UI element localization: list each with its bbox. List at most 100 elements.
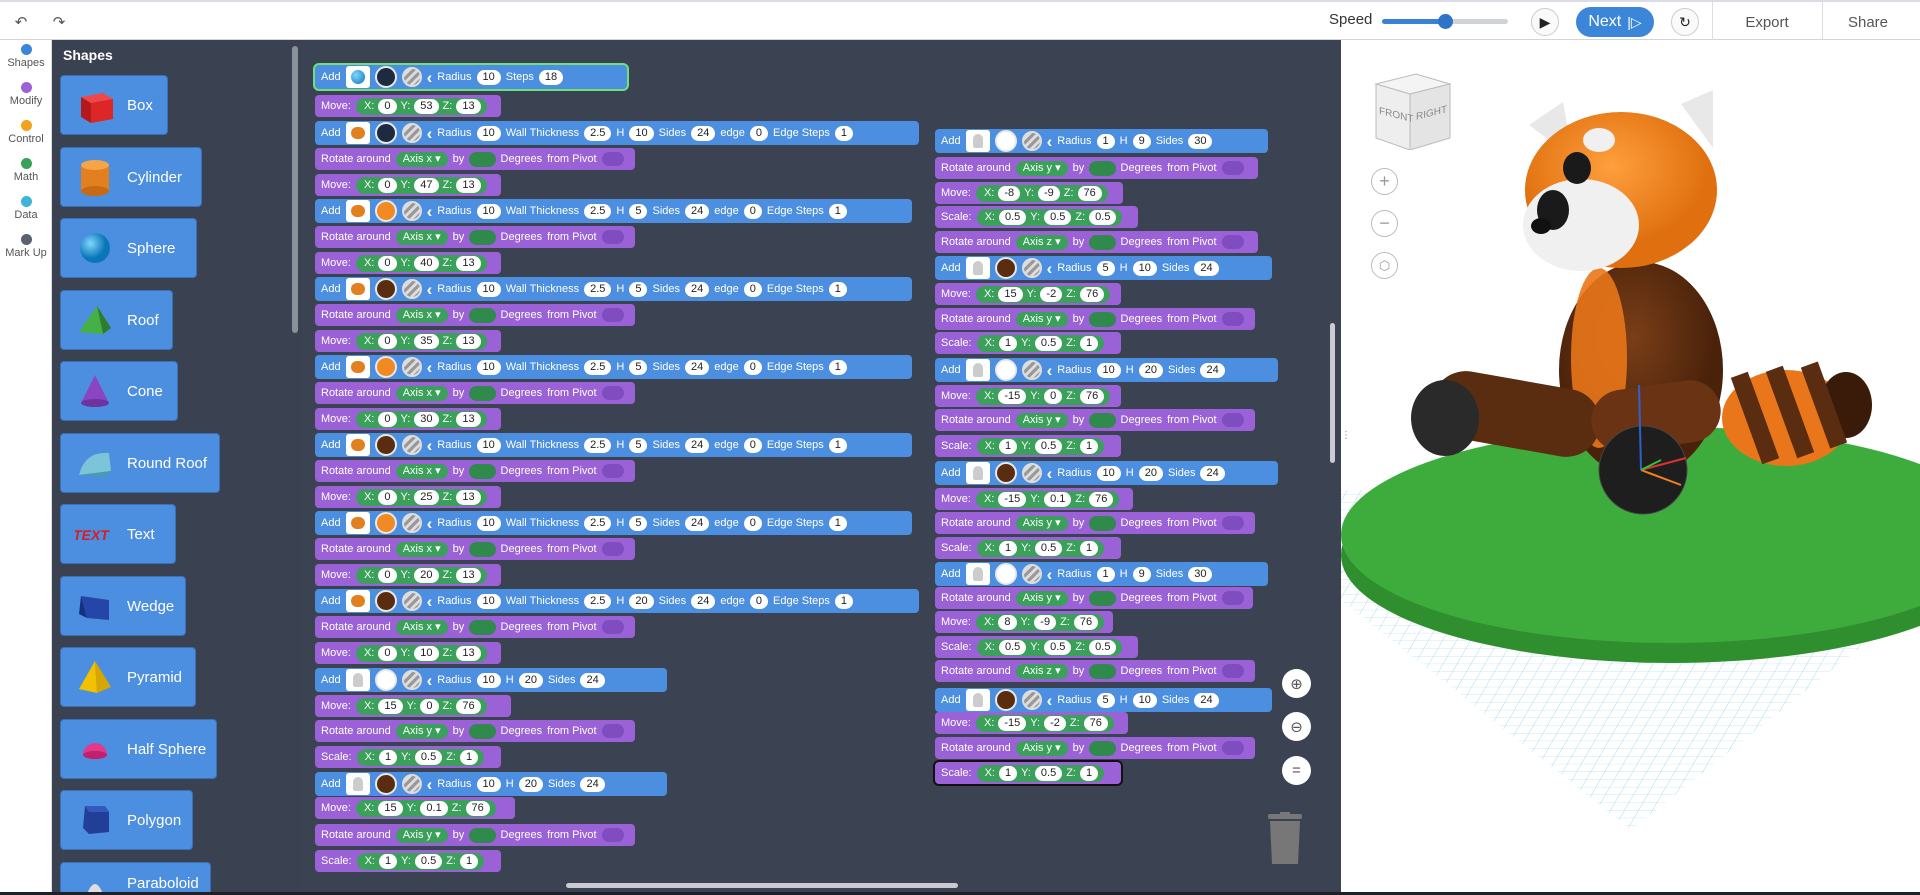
modify-block[interactable]: Move: X: 0 Y: 35 Z: 13 <box>315 330 501 352</box>
modify-block[interactable]: Move: X: 15 Y: 0 Z: 76 <box>315 695 511 717</box>
edge-input[interactable]: 0 <box>743 281 762 297</box>
shape-thumbnail[interactable] <box>345 66 370 88</box>
color-swatch[interactable] <box>994 563 1017 585</box>
chevron-left-icon[interactable]: ‹ <box>1047 133 1053 150</box>
degrees-input[interactable]: 00 <box>469 619 496 635</box>
wall-input[interactable]: 2.5 <box>584 437 612 453</box>
shape-thumbnail[interactable] <box>345 590 370 612</box>
palette-polygon[interactable]: Polygon <box>60 790 193 850</box>
palette-box[interactable]: Box <box>60 75 168 135</box>
esteps-input[interactable]: 1 <box>828 359 847 375</box>
x-input[interactable]: 1 <box>998 438 1018 454</box>
h-input[interactable]: 9 <box>1132 566 1151 582</box>
sides-input[interactable]: 24 <box>580 776 605 792</box>
y-input[interactable]: 47 <box>414 177 439 193</box>
modify-block[interactable]: Move: X: 15 Y: 0.1 Z: 76 <box>315 797 515 819</box>
shape-thumbnail[interactable] <box>965 359 990 381</box>
x-input[interactable]: 0 <box>378 333 397 349</box>
degrees-input[interactable]: 00 <box>469 541 496 557</box>
x-input[interactable]: -8 <box>998 185 1021 201</box>
modify-block[interactable]: Move: X: 0 Y: 25 Z: 13 <box>315 486 501 508</box>
degrees-input[interactable]: 00 <box>469 463 496 479</box>
modify-block[interactable]: Rotate around Axis y ▾ by 00 Degrees from Piv… <box>935 587 1253 609</box>
degrees-input[interactable]: 00 <box>469 307 496 323</box>
modify-block[interactable]: Scale: X: 1 Y: 0.5 Z: 1 <box>935 332 1121 354</box>
z-input[interactable]: 1 <box>1079 765 1099 781</box>
texture-swatch[interactable] <box>401 513 422 533</box>
degrees-input[interactable]: 00 <box>469 723 496 739</box>
esteps-input[interactable]: 1 <box>828 437 847 453</box>
y-input[interactable]: 0.1 <box>1044 491 1072 507</box>
reset-button[interactable]: ↻ <box>1671 8 1699 36</box>
degrees-input[interactable]: 00 <box>1089 663 1116 679</box>
y-input[interactable]: -2 <box>1044 715 1066 731</box>
wall-input[interactable]: 2.5 <box>584 281 612 297</box>
shape-thumbnail[interactable] <box>345 512 370 534</box>
texture-swatch[interactable] <box>401 774 422 794</box>
steps-input[interactable]: 18 <box>538 69 564 85</box>
chevron-left-icon[interactable]: ‹ <box>427 437 433 454</box>
radius-input[interactable]: 10 <box>476 203 501 219</box>
modify-block[interactable]: Move: X: -15 Y: 0 Z: 76 <box>935 385 1121 407</box>
modify-block[interactable]: Rotate around Axis y ▾ by 00 Degrees from Piv… <box>935 409 1255 431</box>
3d-viewer[interactable]: FRONT RIGHT + − ⬡ <box>1341 40 1920 895</box>
axis-dropdown[interactable]: Axis y ▾ <box>1015 412 1068 428</box>
sides-input[interactable]: 24 <box>685 359 710 375</box>
color-swatch[interactable] <box>994 257 1017 279</box>
add-shape-block[interactable]: Add ‹ Radius 10 H 20 Sides 24 <box>935 358 1278 382</box>
shape-thumbnail[interactable] <box>345 278 370 300</box>
z-input[interactable]: 76 <box>465 800 490 816</box>
modify-block[interactable]: Rotate around Axis x ▾ by 00 Degrees from Piv… <box>315 148 635 170</box>
degrees-input[interactable]: 00 <box>469 229 496 245</box>
modify-block[interactable]: Move: X: 0 Y: 53 Z: 13 <box>315 95 501 117</box>
palette-sphere[interactable]: Sphere <box>60 218 197 278</box>
wall-input[interactable]: 2.5 <box>584 515 612 531</box>
x-input[interactable]: 0.5 <box>998 639 1027 655</box>
modify-block[interactable]: Rotate around Axis y ▾ by 00 Degrees from Piv… <box>935 308 1255 330</box>
modify-block[interactable]: Rotate around Axis x ▾ by 00 Degrees from Piv… <box>315 460 635 482</box>
block-workspace[interactable]: Add ‹ Radius 10 Steps 18 Move: X: 0 Y: 53 Z: 13 Add ‹ R… <box>301 40 1341 895</box>
modify-block[interactable]: Rotate around Axis y ▾ by 00 Degrees from Piv… <box>935 512 1255 534</box>
degrees-input[interactable]: 00 <box>469 827 496 843</box>
esteps-input[interactable]: 1 <box>828 203 847 219</box>
radius-input[interactable]: 10 <box>1096 362 1121 378</box>
chevron-left-icon[interactable]: ‹ <box>427 359 433 376</box>
radius-input[interactable]: 5 <box>1096 692 1115 708</box>
add-shape-block[interactable]: Add ‹ Radius 10 Wall Thickness 2.5 H 5 Sides 24 ed… <box>315 511 912 535</box>
category-shapes[interactable]: Shapes <box>0 44 52 69</box>
y-input[interactable]: 0.5 <box>1034 540 1063 556</box>
z-input[interactable]: 1 <box>1079 335 1099 351</box>
x-input[interactable]: 0 <box>378 255 397 271</box>
y-input[interactable]: -2 <box>1040 286 1063 302</box>
sides-input[interactable]: 24 <box>1200 465 1225 481</box>
y-input[interactable]: 0.5 <box>414 853 443 869</box>
x-input[interactable]: -15 <box>998 715 1027 731</box>
chevron-left-icon[interactable]: ‹ <box>427 69 433 86</box>
workspace-zoom-in-button[interactable]: ⊕ <box>1282 669 1311 698</box>
modify-block[interactable]: Move: X: -8 Y: -9 Z: 76 <box>935 182 1123 204</box>
z-input[interactable]: 13 <box>456 177 481 193</box>
texture-swatch[interactable] <box>401 591 422 611</box>
chevron-left-icon[interactable]: ‹ <box>427 125 433 142</box>
add-shape-block[interactable]: Add ‹ Radius 1 H 9 Sides 30 <box>935 562 1268 586</box>
axis-dropdown[interactable]: Axis x ▾ <box>395 463 448 479</box>
z-input[interactable]: 13 <box>456 411 481 427</box>
radius-input[interactable]: 1 <box>1096 566 1115 582</box>
category-control[interactable]: Control <box>0 120 52 145</box>
h-input[interactable]: 10 <box>629 125 654 141</box>
pivot-toggle[interactable] <box>1221 312 1244 326</box>
wall-input[interactable]: 2.5 <box>584 359 612 375</box>
texture-swatch[interactable] <box>401 279 422 299</box>
x-input[interactable]: 0 <box>378 177 397 193</box>
color-swatch[interactable] <box>374 773 397 795</box>
h-input[interactable]: 10 <box>1132 260 1157 276</box>
modify-block[interactable]: Move: X: 15 Y: -2 Z: 76 <box>935 283 1121 305</box>
y-input[interactable]: 0.5 <box>1044 209 1072 225</box>
modify-block[interactable]: Rotate around Axis z ▾ by 00 Degrees from Piv… <box>935 231 1258 253</box>
axis-dropdown[interactable]: Axis x ▾ <box>395 385 448 401</box>
y-input[interactable]: 30 <box>414 411 439 427</box>
modify-block[interactable]: Rotate around Axis y ▾ by 00 Degrees from Piv… <box>315 720 635 742</box>
edge-input[interactable]: 0 <box>743 437 762 453</box>
color-swatch[interactable] <box>374 512 397 534</box>
modify-block[interactable]: Scale: X: 1 Y: 0.5 Z: 1 <box>315 746 501 768</box>
